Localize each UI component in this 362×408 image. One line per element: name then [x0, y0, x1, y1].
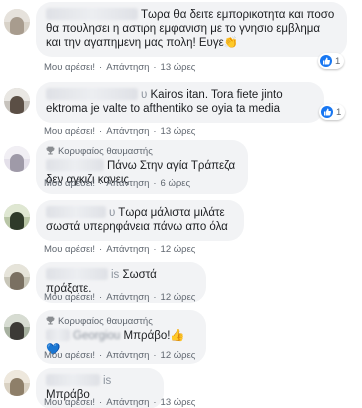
top-fan-label: Κορυφαίος θαυμαστής: [58, 316, 153, 327]
like-link[interactable]: Μου αρέσει!: [44, 62, 95, 73]
separator-dot: ·: [153, 62, 157, 73]
reaction-count[interactable]: 1: [319, 104, 346, 120]
separator-dot: ·: [153, 244, 157, 255]
like-link[interactable]: Μου αρέσει!: [44, 244, 95, 255]
like-link[interactable]: Μου αρέσει!: [44, 350, 95, 361]
separator-dot: ·: [99, 292, 103, 303]
separator-dot: ·: [99, 244, 103, 255]
comment-timestamp[interactable]: 13 ώρες: [161, 397, 196, 408]
avatar[interactable]: [4, 204, 30, 230]
avatar[interactable]: [4, 88, 30, 114]
comment-timestamp[interactable]: 12 ώρες: [161, 244, 196, 255]
comment-5: is Σωστά πράξατε. Μου αρέσει! · Απάντηση · 1…: [0, 262, 362, 310]
like-reaction-icon: [321, 106, 333, 118]
reply-link[interactable]: Απάντηση: [106, 126, 149, 137]
like-link[interactable]: Μου αρέσει!: [44, 126, 95, 137]
reply-link[interactable]: Απάντηση: [106, 178, 149, 189]
separator-dot: ·: [153, 126, 157, 137]
trophy-icon: [46, 316, 55, 325]
comment-timestamp[interactable]: 13 ώρες: [161, 126, 196, 137]
commenter-name[interactable]: [46, 329, 70, 341]
commenter-name[interactable]: [46, 374, 100, 386]
comment-6: Κορυφαίος θαυμαστής Georgiou Μπράβο!👍💙 Μ…: [0, 310, 362, 366]
comment-timestamp[interactable]: 12 ώρες: [161, 350, 196, 361]
separator-dot: ·: [99, 397, 103, 408]
separator-dot: ·: [153, 292, 157, 303]
comment-actions: Μου αρέσει! · Απάντηση · 12 ώρες: [44, 350, 195, 361]
reaction-number: 1: [335, 55, 341, 67]
reply-link[interactable]: Απάντηση: [106, 350, 149, 361]
like-link[interactable]: Μου αρέσει!: [44, 397, 95, 408]
commenter-name-tail[interactable]: υ: [141, 89, 147, 101]
like-reaction-icon: [320, 55, 332, 67]
separator-dot: ·: [153, 178, 157, 189]
commenter-name-tail[interactable]: Georgiou: [73, 330, 120, 342]
avatar[interactable]: [4, 9, 30, 35]
comment-actions: Μου αρέσει! · Απάντηση · 13 ώρες: [44, 397, 195, 408]
avatar[interactable]: [4, 146, 30, 172]
comment-actions: Μου αρέσει! · Απάντηση · 6 ώρες: [44, 178, 190, 189]
comment-timestamp[interactable]: 12 ώρες: [161, 292, 196, 303]
commenter-name[interactable]: [46, 159, 104, 171]
comment-7: is Μπράβο Μου αρέσει! · Απάντηση · 13 ώρες: [0, 368, 362, 408]
comment-actions: Μου αρέσει! · Απάντηση · 12 ώρες: [44, 292, 195, 303]
avatar[interactable]: [4, 264, 30, 290]
reply-link[interactable]: Απάντηση: [106, 62, 149, 73]
top-fan-badge[interactable]: Κορυφαίος θαυμαστής: [46, 146, 238, 158]
trophy-icon: [46, 146, 55, 155]
comment-bubble: υ Kairos itan. Tora fiete jinto ektroma …: [36, 82, 324, 123]
comment-4: υ Τωρα μάλιστα μιλάτε σωστά υπερηφάνεια …: [0, 200, 362, 260]
avatar[interactable]: [4, 370, 30, 396]
separator-dot: ·: [99, 350, 103, 361]
like-link[interactable]: Μου αρέσει!: [44, 178, 95, 189]
commenter-name-tail[interactable]: υ: [109, 207, 115, 219]
separator-dot: ·: [99, 62, 103, 73]
reaction-count[interactable]: 1: [318, 53, 345, 69]
commenter-name-tail[interactable]: is: [111, 269, 119, 281]
commenter-name[interactable]: [46, 206, 106, 218]
commenter-name-tail[interactable]: is: [103, 375, 111, 387]
comment-actions: Μου αρέσει! · Απάντηση · 13 ώρες: [44, 126, 195, 137]
commenter-name[interactable]: [46, 88, 138, 100]
reaction-number: 1: [336, 106, 342, 118]
comment-bubble: Τωρα θα δειτε εμπορικοτητα και ποσο θα π…: [36, 2, 347, 57]
commenter-name[interactable]: [46, 268, 108, 280]
top-fan-label: Κορυφαίος θαυμαστής: [58, 146, 153, 157]
comment-timestamp[interactable]: 13 ώρες: [161, 62, 196, 73]
separator-dot: ·: [99, 126, 103, 137]
reply-link[interactable]: Απάντηση: [106, 397, 149, 408]
avatar[interactable]: [4, 314, 30, 340]
like-link[interactable]: Μου αρέσει!: [44, 292, 95, 303]
separator-dot: ·: [153, 350, 157, 361]
reply-link[interactable]: Απάντηση: [106, 244, 149, 255]
comment-actions: Μου αρέσει! · Απάντηση · 13 ώρες: [44, 62, 195, 73]
reply-link[interactable]: Απάντηση: [106, 292, 149, 303]
commenter-name[interactable]: [46, 8, 138, 20]
top-fan-badge[interactable]: Κορυφαίος θαυμαστής: [46, 316, 196, 328]
comment-1: Τωρα θα δειτε εμπορικοτητα και ποσο θα π…: [0, 0, 362, 82]
comment-3: Κορυφαίος θαυμαστής Πάνω Στην αγία Τράπε…: [0, 140, 362, 196]
separator-dot: ·: [153, 397, 157, 408]
comment-actions: Μου αρέσει! · Απάντηση · 12 ώρες: [44, 244, 195, 255]
comment-timestamp[interactable]: 6 ώρες: [161, 178, 191, 189]
comment-2: υ Kairos itan. Tora fiete jinto ektroma …: [0, 82, 362, 142]
comment-bubble: υ Τωρα μάλιστα μιλάτε σωστά υπερηφάνεια …: [36, 200, 244, 241]
separator-dot: ·: [99, 178, 103, 189]
